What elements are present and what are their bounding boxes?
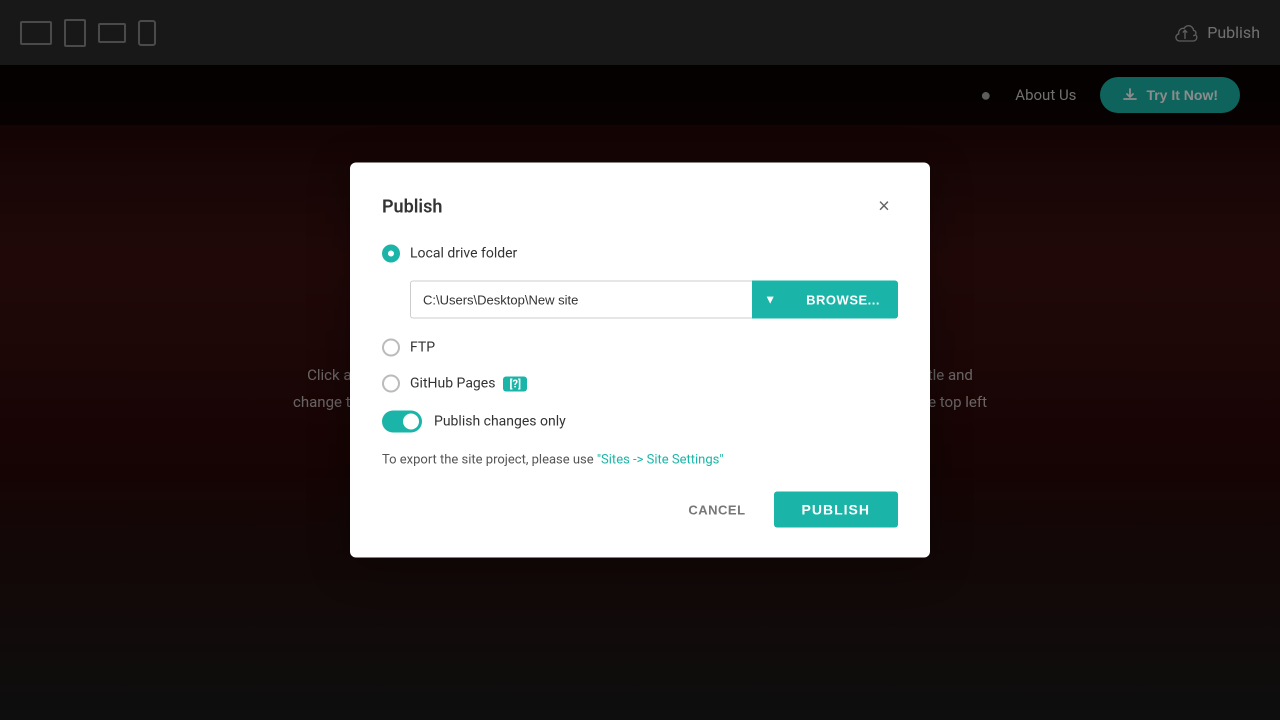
path-row: ▼ BROWSE... — [410, 281, 898, 319]
github-label-row: GitHub Pages [?] — [410, 376, 527, 392]
path-input[interactable] — [410, 281, 752, 319]
dialog-header: Publish × — [382, 193, 898, 221]
ftp-radio[interactable] — [382, 339, 400, 357]
local-drive-radio[interactable] — [382, 245, 400, 263]
path-dropdown-button[interactable]: ▼ — [752, 281, 788, 319]
export-note: To export the site project, please use "… — [382, 453, 898, 468]
export-note-text: To export the site project, please use — [382, 453, 597, 468]
browse-button[interactable]: BROWSE... — [788, 281, 898, 319]
chevron-down-icon: ▼ — [764, 293, 776, 307]
github-option[interactable]: GitHub Pages [?] — [382, 375, 898, 393]
cancel-button[interactable]: CANCEL — [672, 492, 761, 527]
dialog-title: Publish — [382, 196, 442, 217]
github-radio[interactable] — [382, 375, 400, 393]
ftp-label: FTP — [410, 340, 435, 356]
publish-changes-toggle[interactable] — [382, 411, 422, 433]
publish-dialog: Publish × Local drive folder ▼ BROWSE...… — [350, 163, 930, 558]
github-help-badge[interactable]: [?] — [503, 376, 527, 391]
publish-changes-label: Publish changes only — [434, 414, 566, 430]
local-drive-label: Local drive folder — [410, 246, 517, 262]
local-drive-option[interactable]: Local drive folder — [382, 245, 898, 263]
publish-changes-row: Publish changes only — [382, 411, 898, 433]
close-button[interactable]: × — [870, 193, 898, 221]
dialog-footer: CANCEL PUBLISH — [382, 492, 898, 528]
publish-button[interactable]: PUBLISH — [774, 492, 898, 528]
site-settings-link[interactable]: "Sites -> Site Settings" — [597, 453, 724, 468]
toggle-knob — [403, 414, 419, 430]
ftp-option[interactable]: FTP — [382, 339, 898, 357]
github-label: GitHub Pages — [410, 376, 495, 392]
